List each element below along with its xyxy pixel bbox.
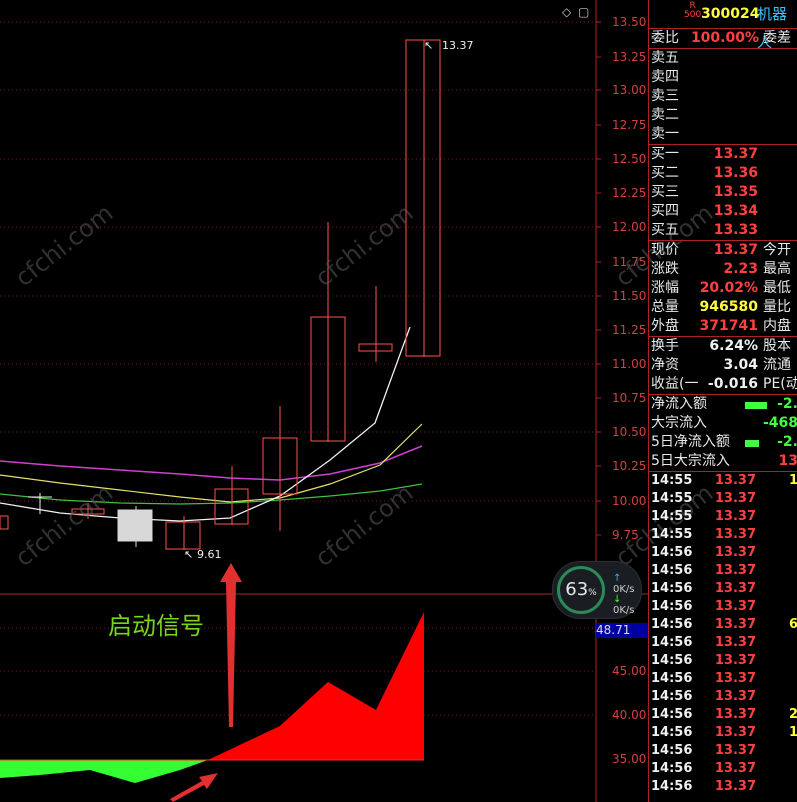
ma-purple-line	[0, 445, 423, 481]
high-label: ↖	[424, 39, 433, 52]
download-speed: ↓ 0K/s	[613, 594, 635, 616]
ask-row: 卖四	[651, 69, 679, 85]
ask-row: 卖二	[651, 107, 679, 123]
candle	[0, 515, 9, 530]
signal-label: 启动信号	[108, 612, 204, 640]
price-tick-label: 12.00	[612, 220, 646, 234]
tick-row: 14:56 13.37	[651, 653, 756, 668]
tick-row: 14:55 13.37	[651, 509, 756, 524]
ma-green-line	[0, 483, 423, 505]
tick-row: 14:56 13.37	[651, 563, 756, 578]
tick-list[interactable]: 14:5513.371 14:5513.37 14:5513.37 14:5513.3…	[649, 471, 797, 796]
candle	[405, 39, 441, 357]
price-tick-label: 11.25	[612, 323, 646, 337]
indicator-tick-label: 40.00	[612, 708, 646, 722]
quote-panel: R 500 300024 机器人 委比 100.00% 委差 卖五 卖四 卖三 卖…	[648, 0, 797, 802]
price-tick-label: 12.75	[612, 118, 646, 132]
flow-row: 5日净流入额 -2.	[651, 434, 797, 450]
candles	[0, 39, 441, 550]
price-tick-label: 10.00	[612, 494, 646, 508]
low-arrow: ↖	[184, 548, 193, 561]
finance-list: 换手 6.24% 股本 净资 3.04 流通 收益(一 -0.016 PE(动	[649, 336, 797, 394]
tick-row: 14:55 13.37	[651, 527, 756, 542]
network-gauge[interactable]: 63% ↑ 0K/s ↓ 0K/s	[552, 561, 642, 619]
flow-row: 净流入额 -2.	[651, 396, 797, 412]
stock-header[interactable]: R 500 300024 机器人	[649, 0, 797, 52]
price-tick-label: 10.75	[612, 391, 646, 405]
high-value: 13.37	[442, 39, 474, 52]
bid-row: 买四 13.34	[651, 203, 758, 219]
finance-row: 换手 6.24% 股本	[651, 338, 791, 354]
indicator-tick-label: 45.00	[612, 664, 646, 678]
candle	[117, 509, 153, 542]
ask-row: 卖一	[651, 126, 679, 142]
price-tick-label: 13.25	[612, 50, 646, 64]
upload-speed: ↑ 0K/s	[613, 573, 635, 595]
diamond-icon[interactable]: ◇	[562, 5, 572, 19]
price-tick-label: 10.50	[612, 425, 646, 439]
up-arrow-icon	[220, 563, 242, 727]
cpu-percent: 63%	[557, 566, 605, 614]
tick-row: 14:5613.372	[651, 707, 797, 722]
price-tick-label: 13.50	[612, 15, 646, 29]
bid-row: 买三 13.35	[651, 184, 758, 200]
indicator-green-area	[0, 760, 208, 783]
price-tick-label: 10.25	[612, 459, 646, 473]
bid-row: 买五 13.33	[651, 222, 758, 238]
bid-row: 买一 13.37	[651, 146, 758, 162]
square-icon[interactable]: ▢	[578, 5, 589, 19]
flow-row: 5日大宗流入 13	[651, 453, 797, 469]
price-tick-label: 11.00	[612, 357, 646, 371]
tick-row: 14:56 13.37	[651, 581, 756, 596]
tick-row: 14:5613.376	[651, 617, 797, 632]
quote-row: 外盘 371741 内盘	[651, 318, 791, 334]
tick-row: 14:5613.371	[651, 725, 797, 740]
tick-row: 14:56 13.37	[651, 689, 756, 704]
tick-row: 14:56 13.37	[651, 671, 756, 686]
tick-row: 14:56 13.37	[651, 545, 756, 560]
tick-row: 14:56 13.37	[651, 599, 756, 614]
indicator-tick-label: 35.00	[612, 752, 646, 766]
diagonal-arrow-icon	[170, 773, 218, 802]
r-mark: R 500	[684, 1, 702, 20]
quote-list: 现价 13.37 今开 涨跌 2.23 最高 涨幅 20.02% 最低 总量 946580 量比…	[649, 240, 797, 336]
bid-row: 买二 13.36	[651, 165, 758, 181]
quote-row: 涨幅 20.02% 最低	[651, 280, 791, 296]
quote-row: 总量 946580 量比	[651, 299, 791, 315]
stock-code: 300024	[701, 6, 760, 22]
tick-row: 14:55 13.37	[651, 491, 756, 506]
tick-row: 14:56 13.37	[651, 761, 756, 776]
tick-row: 14:5513.371	[651, 473, 797, 488]
tick-row: 14:56 13.37	[651, 635, 756, 650]
finance-row: 收益(一 -0.016 PE(动	[651, 376, 797, 392]
indicator-red-area	[208, 612, 424, 760]
order-ratio-row: 委比 100.00% 委差	[649, 28, 797, 48]
tick-row: 14:56 13.37	[651, 779, 756, 794]
quote-row: 涨跌 2.23 最高	[651, 261, 791, 277]
low-value: 9.61	[197, 548, 222, 561]
ask-row: 卖三	[651, 88, 679, 104]
price-tick-label: 12.25	[612, 186, 646, 200]
ask-row: 卖五	[651, 50, 679, 66]
finance-row: 净资 3.04 流通	[651, 357, 791, 373]
indicator-current-value: 48.71	[596, 623, 648, 638]
ma-white-line	[0, 326, 411, 522]
flow-row: 大宗流入 -468	[651, 415, 797, 431]
flow-list: 净流入额 -2. 大宗流入 -468 5日净流入额 -2. 5日大宗流入 13	[649, 394, 797, 471]
tick-row: 14:56 13.37	[651, 743, 756, 758]
price-tick-label: 11.50	[612, 289, 646, 303]
price-tick-label: 13.00	[612, 83, 646, 97]
quote-row: 现价 13.37 今开	[651, 242, 791, 258]
kline-chart[interactable]: 13.5013.2513.0012.7512.5012.2512.0011.75…	[0, 0, 648, 802]
price-tick-label: 12.50	[612, 152, 646, 166]
bid-list: 买一 13.37 买二 13.36 买三 13.35 买四 13.34 买五 13.33	[649, 144, 797, 240]
ask-list: 卖五 卖四 卖三 卖二 卖一	[649, 48, 797, 144]
candle	[165, 521, 201, 550]
